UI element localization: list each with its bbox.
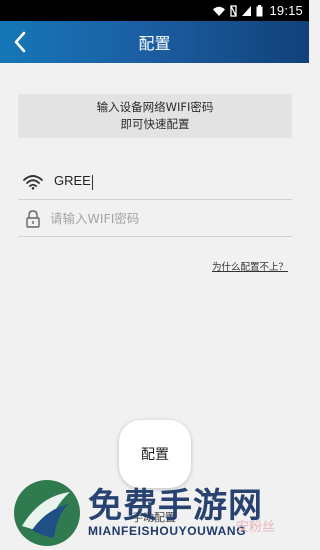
text-caret (91, 174, 93, 190)
configure-button-label: 配置 (141, 447, 169, 463)
watermark-logo (14, 480, 80, 546)
status-time: 19:15 (269, 3, 303, 18)
wifi-status-icon (213, 6, 226, 16)
ssid-value[interactable]: GREE (54, 173, 93, 190)
ssid-text: GREE (54, 173, 91, 189)
signal-icon (242, 5, 252, 16)
page-title: 配置 (138, 34, 171, 53)
back-button[interactable] (6, 26, 34, 58)
lock-icon (18, 209, 48, 229)
wifi-icon (18, 174, 48, 190)
watermark-side-text: 安粉丝 (236, 520, 276, 535)
instruction-box: 输入设备网络WIFI密码 即可快速配置 (18, 94, 292, 138)
instruction-line-1: 输入设备网络WIFI密码 (96, 100, 214, 114)
header-bar: 配置 (0, 21, 309, 63)
chevron-left-icon (14, 31, 26, 53)
no-sim-icon (230, 4, 238, 17)
status-bar: 19:15 (0, 0, 309, 21)
status-icons (212, 4, 263, 17)
instruction-line-2: 即可快速配置 (120, 117, 190, 131)
password-input[interactable] (50, 211, 280, 226)
help-link[interactable]: 为什么配置不上？ (212, 259, 288, 273)
password-field[interactable] (18, 201, 292, 237)
watermark-subtitle: MIANFEISHOUYOUWANG (88, 524, 247, 538)
ssid-field[interactable]: GREE (18, 164, 292, 200)
battery-icon (256, 4, 263, 16)
